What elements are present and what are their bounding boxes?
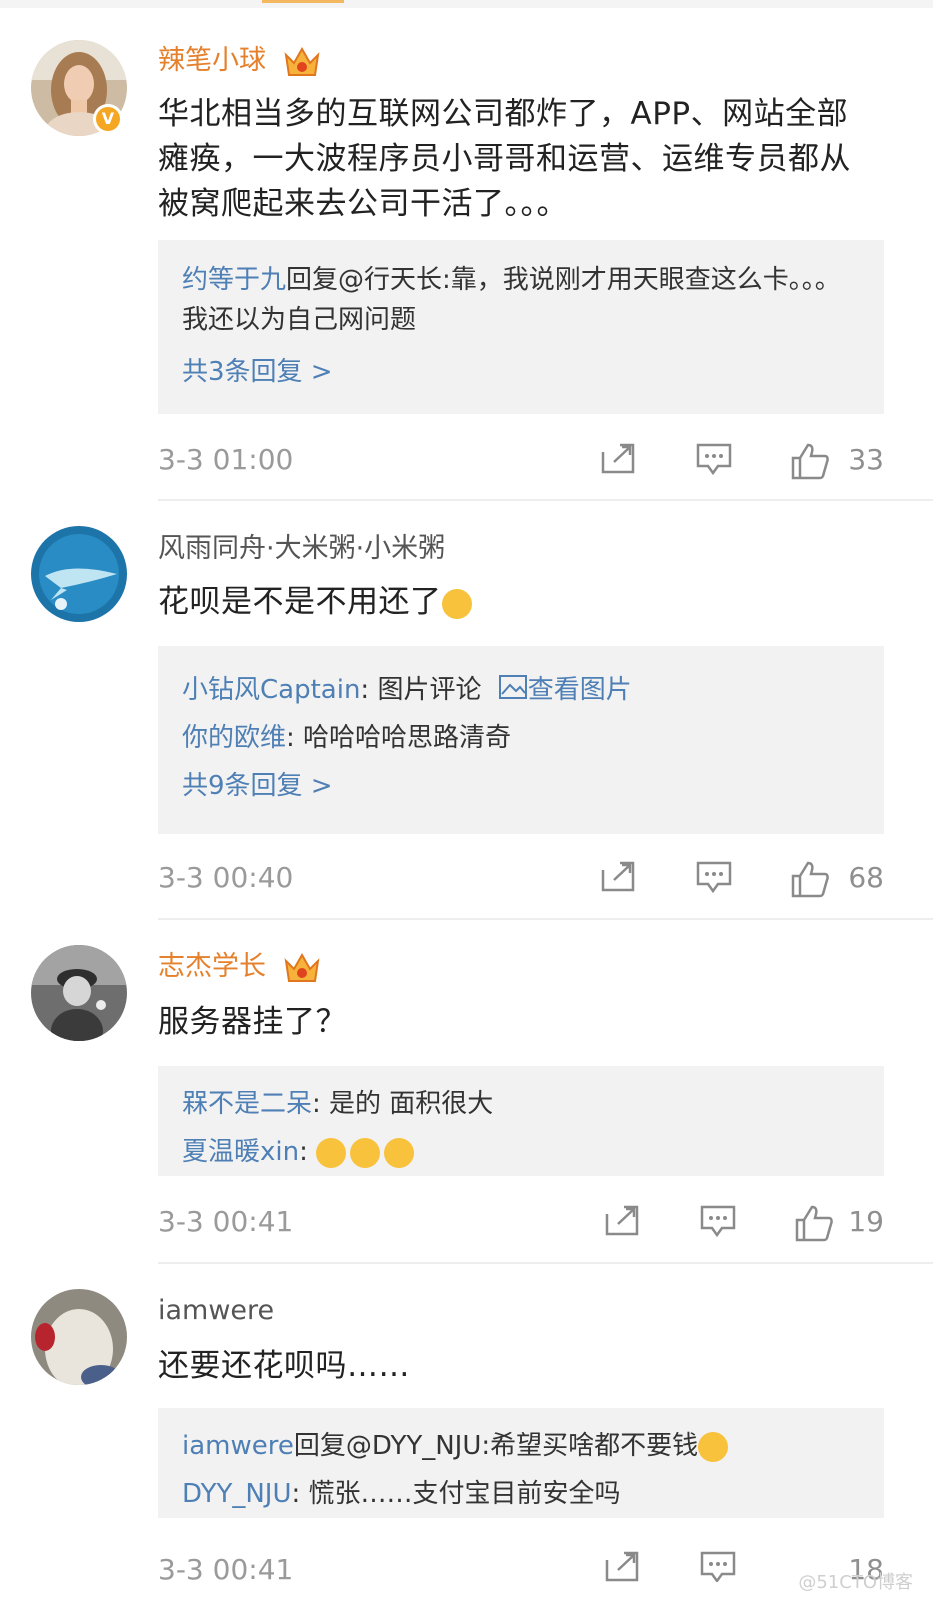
comment-username[interactable]: 志杰学长: [158, 950, 321, 985]
comment-text: 华北相当多的互联网公司都炸了，APP、网站全部瘫痪，一大波程序员小哥哥和运营、运…: [158, 96, 851, 222]
like-count: 68: [848, 861, 884, 894]
vip-crown-icon: [284, 952, 320, 982]
avatar[interactable]: [31, 945, 127, 1041]
reply-box[interactable]: iamwere回复@DYY_NJU:希望买啥都不要钱 DYY_NJU: 慌张………: [158, 1408, 884, 1518]
reply-text: : 是的 面积很大: [312, 1089, 494, 1119]
comment-time: 3-3 01:00: [158, 443, 294, 476]
comment-actions: 3-3 00:40 68: [158, 858, 884, 898]
reply-text: : 哈哈哈哈思路清奇: [286, 723, 512, 753]
more-replies-link[interactable]: 共3条回复 >: [182, 348, 860, 396]
comment-username[interactable]: 辣笔小球: [158, 44, 321, 79]
reply-line: DYY_NJU: 慌张……支付宝目前安全吗: [182, 1470, 860, 1518]
flushed-emoji-icon: [316, 1137, 347, 1168]
like-count: 33: [848, 443, 884, 476]
like-count: 19: [848, 1205, 884, 1238]
flushed-emoji-icon: [350, 1137, 381, 1168]
divider: [158, 918, 933, 920]
comment-icon[interactable]: [700, 1204, 736, 1238]
reply-line: 夏温暖xin:: [182, 1128, 860, 1176]
verified-badge-icon: V: [93, 104, 123, 134]
avatar[interactable]: [31, 526, 127, 622]
thinking-emoji-icon: [441, 588, 472, 619]
comment-actions: 3-3 00:41 18: [158, 1542, 884, 1582]
comment-text: 花呗是不是不用还了: [158, 580, 878, 625]
comment-text: 服务器挂了？: [158, 1004, 347, 1040]
reply-username[interactable]: DYY_NJU: [182, 1479, 292, 1509]
comment-actions: 3-3 01:00 33: [158, 440, 884, 480]
reply-line: iamwere回复@DYY_NJU:希望买啥都不要钱: [182, 1422, 860, 1470]
reply-line: 约等于九回复@行天长:靠，我说刚才用天眼查这么卡。。。我还以为自己网问题: [182, 260, 860, 340]
reply-text: : 慌张……支付宝目前安全吗: [291, 1479, 621, 1509]
reply-text: :: [299, 1137, 317, 1167]
comment-time: 3-3 00:41: [158, 1553, 294, 1582]
reply-box[interactable]: 约等于九回复@行天长:靠，我说刚才用天眼查这么卡。。。我还以为自己网问题 共3条…: [158, 240, 884, 414]
crying-laughing-emoji-icon: [698, 1431, 729, 1462]
reply-line: 你的欧维: 哈哈哈哈思路清奇: [182, 714, 860, 762]
like-icon[interactable]: [794, 1204, 834, 1242]
reply-username[interactable]: 小钻风Captain: [182, 675, 360, 705]
reply-username[interactable]: iamwere: [182, 1431, 294, 1461]
comment-icon[interactable]: [696, 442, 732, 476]
comment-time: 3-3 00:40: [158, 861, 294, 894]
avatar[interactable]: [31, 1289, 127, 1385]
comment-icon[interactable]: [696, 860, 732, 894]
reply-line: 小钻风Captain: 图片评论 查看图片: [182, 666, 860, 714]
reply-text: : 图片评论: [360, 675, 482, 705]
comment-text: 还要还花呗吗……: [158, 1348, 410, 1384]
reply-username[interactable]: 约等于九: [182, 265, 286, 295]
image-icon[interactable]: [498, 674, 528, 700]
share-icon[interactable]: [604, 1550, 640, 1582]
like-icon[interactable]: [790, 442, 830, 480]
watermark: @51CTO博客: [798, 1572, 913, 1593]
reply-username[interactable]: 槑不是二呆: [182, 1089, 312, 1119]
share-icon[interactable]: [604, 1204, 640, 1238]
divider: [158, 1262, 933, 1264]
comment-username[interactable]: 风雨同舟·大米粥·小米粥: [158, 532, 445, 566]
flushed-emoji-icon: [384, 1137, 415, 1168]
divider: [158, 499, 933, 501]
reply-box[interactable]: 槑不是二呆: 是的 面积很大 夏温暖xin:: [158, 1066, 884, 1176]
reply-username[interactable]: 夏温暖xin: [182, 1137, 299, 1167]
active-tab-indicator: [262, 0, 344, 3]
comment-time: 3-3 00:41: [158, 1205, 294, 1238]
reply-text: 回复@DYY_NJU:希望买啥都不要钱: [293, 1431, 699, 1461]
top-divider: [0, 0, 933, 8]
share-icon[interactable]: [600, 442, 636, 476]
view-image-link[interactable]: 查看图片: [528, 675, 632, 705]
more-replies-link[interactable]: 共9条回复 >: [182, 762, 860, 810]
like-icon[interactable]: [790, 860, 830, 898]
reply-box[interactable]: 小钻风Captain: 图片评论 查看图片 你的欧维: 哈哈哈哈思路清奇 共9条…: [158, 646, 884, 834]
vip-crown-icon: [284, 46, 320, 76]
comment-icon[interactable]: [700, 1550, 736, 1582]
comment-username[interactable]: iamwere: [158, 1294, 274, 1328]
reply-line: 槑不是二呆: 是的 面积很大: [182, 1080, 860, 1128]
share-icon[interactable]: [600, 860, 636, 894]
comment-actions: 3-3 00:41 19: [158, 1202, 884, 1242]
reply-username[interactable]: 你的欧维: [182, 723, 286, 753]
